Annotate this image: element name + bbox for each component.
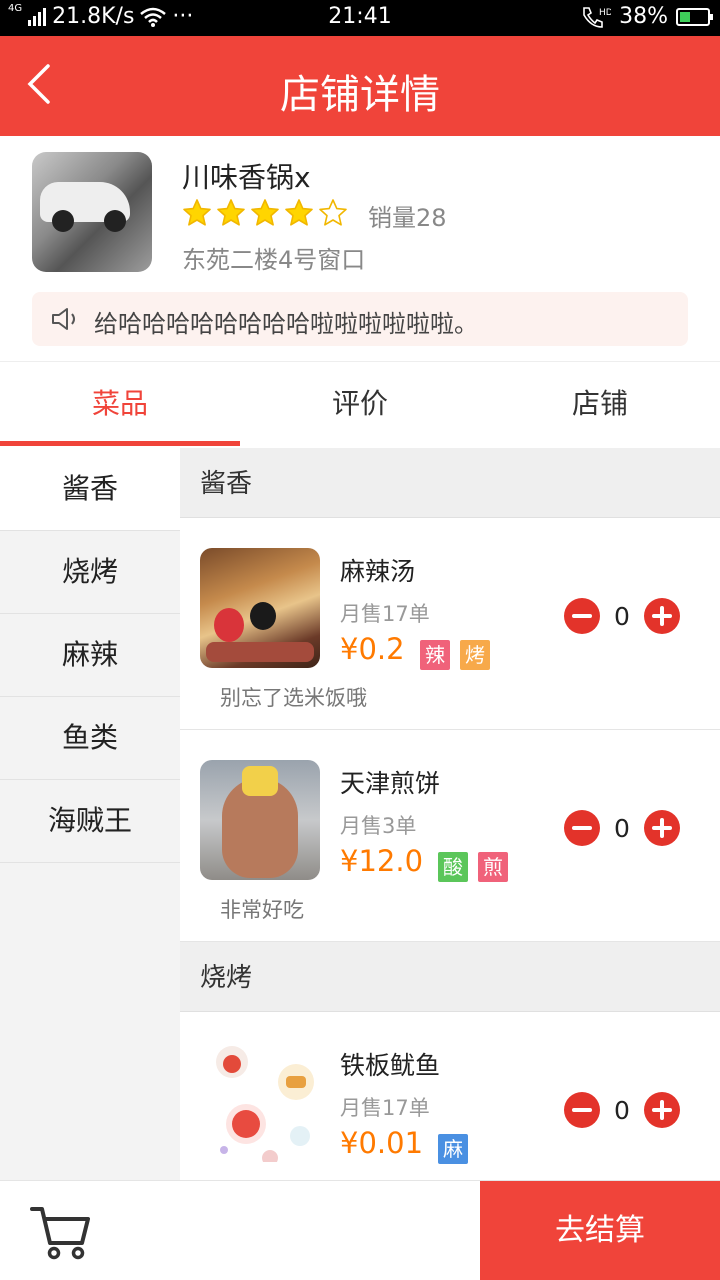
food-price: ¥12.0 [340,844,424,878]
plus-icon[interactable] [644,1092,680,1128]
checkout-button[interactable]: 去结算 [480,1181,720,1280]
tab-reviews[interactable]: 评价 [240,362,480,446]
category-sidebar: 酱香 烧烤 麻辣 鱼类 海贼王 [0,448,180,1180]
category-item-onepiece[interactable]: 海贼王 [0,780,180,863]
food-list[interactable]: 酱香 麻辣汤 月售17单 ¥0.2 辣 烤 别忘了选米饭哦 0 天津煎饼 月售3… [180,448,720,1180]
food-sold: 月售3单 [340,814,417,838]
food-name: 铁板鱿鱼 [340,1051,441,1080]
tag-badge: 酸 [438,852,468,882]
clock: 21:41 [328,4,392,29]
category-item-spicy[interactable]: 麻辣 [0,614,180,697]
food-item[interactable]: 天津煎饼 月售3单 ¥12.0 酸 煎 非常好吃 0 [180,730,720,942]
food-sold: 月售17单 [340,1096,430,1120]
tag-badge: 麻 [438,1134,468,1164]
battery-icon [676,7,713,26]
star-filled-icon [251,199,279,226]
food-name: 天津煎饼 [340,769,441,798]
page-title: 店铺详情 [280,72,440,118]
tag-badge: 煎 [478,852,508,882]
star-filled-icon [285,199,313,226]
food-note: 别忘了选米饭哦 [220,686,367,710]
category-item-fish[interactable]: 鱼类 [0,697,180,780]
rating-stars [182,198,348,228]
tab-dishes[interactable]: 菜品 [0,362,240,446]
tag-badge: 烤 [460,640,490,670]
food-image [200,760,320,880]
food-price: ¥0.2 [340,632,405,666]
food-tags: 辣 烤 [420,640,490,670]
tab-store[interactable]: 店铺 [480,362,720,446]
quantity-stepper: 0 [564,1092,680,1128]
app-header: 店铺详情 [0,36,720,136]
food-price: ¥0.01 [340,1126,424,1160]
food-tags: 酸 煎 [438,852,508,882]
store-name: 川味香锅x [182,161,311,194]
food-image [200,548,320,668]
quantity-stepper: 0 [564,810,680,846]
quantity-value: 0 [614,813,630,843]
section-header: 烧烤 [180,942,720,1012]
store-sales: 销量28 [368,204,447,232]
battery-percent: 38% [619,4,668,29]
star-filled-icon [183,199,211,226]
store-info: 川味香锅x 销量28 东苑二楼4号窗口 给哈哈哈哈哈哈哈哈啦啦啦啦啦啦。 [0,136,720,362]
plus-icon[interactable] [644,810,680,846]
star-empty-icon [319,199,347,226]
food-item[interactable]: 铁板鱿鱼 月售17单 ¥0.01 麻 0 [180,1012,720,1180]
tag-badge: 辣 [420,640,450,670]
food-image [200,1042,320,1162]
store-notice: 给哈哈哈哈哈哈哈哈啦啦啦啦啦啦。 [32,292,688,346]
minus-icon[interactable] [564,598,600,634]
food-note: 非常好吃 [220,898,304,922]
notice-text: 给哈哈哈哈哈哈哈哈啦啦啦啦啦啦。 [94,310,478,338]
food-item[interactable]: 麻辣汤 月售17单 ¥0.2 辣 烤 别忘了选米饭哦 0 [180,518,720,730]
food-sold: 月售17单 [340,602,430,626]
bottom-bar: 去结算 [0,1180,720,1280]
store-address: 东苑二楼4号窗口 [182,246,366,274]
status-bar: 4G 21.8K/s ··· 21:41 HD 38% [0,0,720,36]
category-item-bbq[interactable]: 烧烤 [0,531,180,614]
minus-icon[interactable] [564,1092,600,1128]
quantity-stepper: 0 [564,598,680,634]
plus-icon[interactable] [644,598,680,634]
quantity-value: 0 [614,601,630,631]
tab-bar: 菜品 评价 店铺 [0,362,720,446]
store-image [32,152,152,272]
minus-icon[interactable] [564,810,600,846]
cart-icon[interactable] [28,1199,92,1263]
quantity-value: 0 [614,1095,630,1125]
food-tags: 麻 [438,1134,468,1164]
hd-label: HD [599,8,611,18]
food-name: 麻辣汤 [340,557,416,586]
star-filled-icon [217,199,245,226]
speaker-icon [52,308,75,330]
section-header: 酱香 [180,448,720,518]
category-item-jiangxiang[interactable]: 酱香 [0,448,180,531]
call-hd-icon: HD [583,6,611,28]
